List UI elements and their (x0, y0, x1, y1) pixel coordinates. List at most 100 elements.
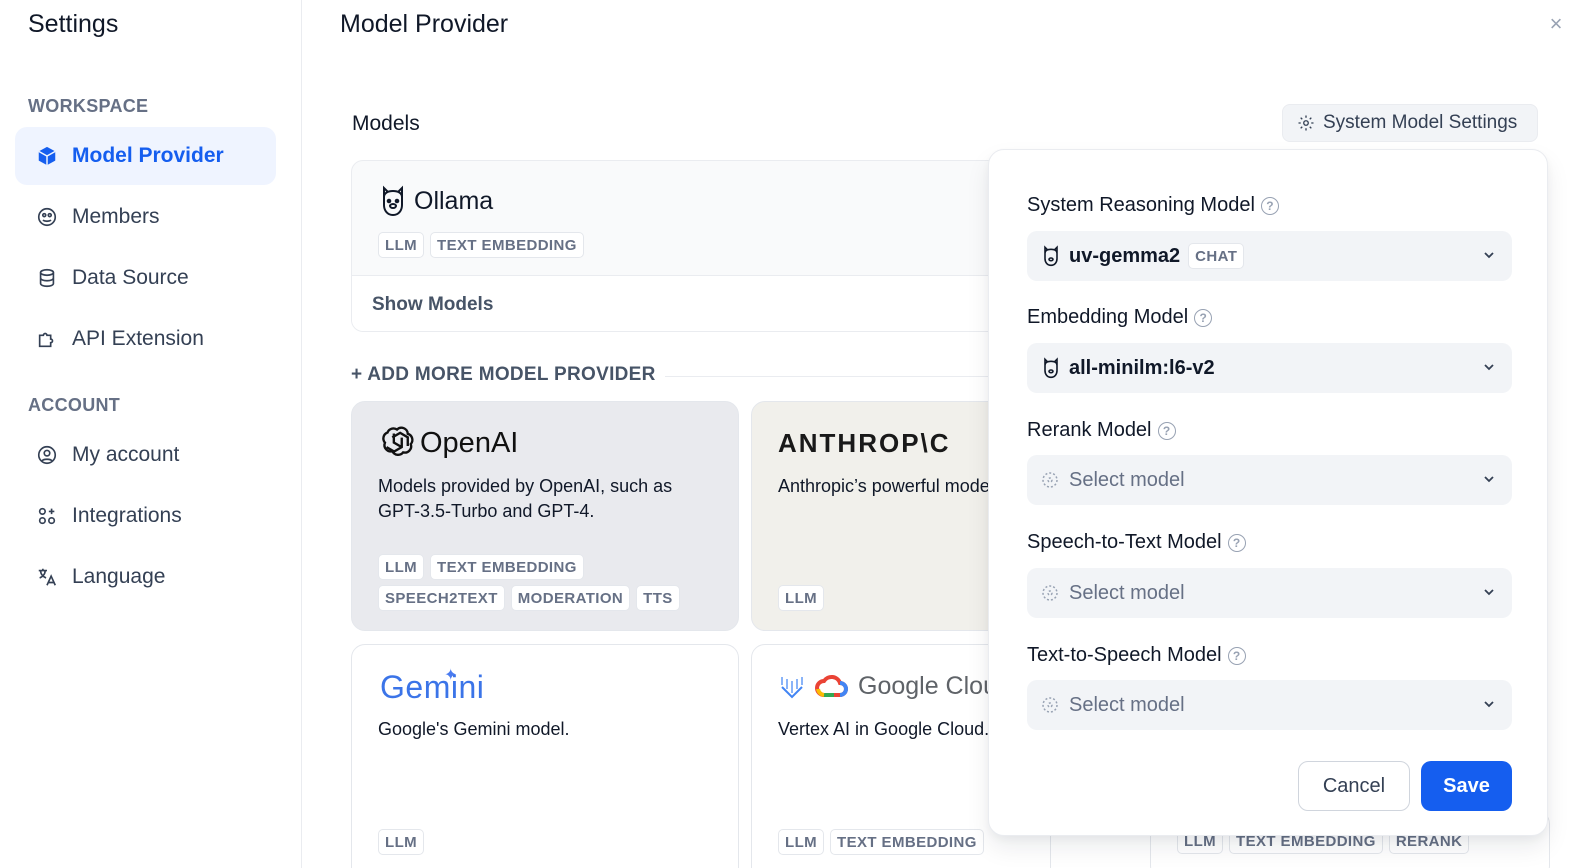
integrations-icon (35, 504, 59, 528)
anthropic-logo: ANTHROP\C (778, 428, 951, 458)
sidebar-item-label: Members (72, 205, 160, 228)
help-icon[interactable]: ? (1157, 421, 1176, 440)
gemini-logo: Gemini (380, 669, 485, 705)
model-type-badge: CHAT (1188, 243, 1245, 269)
google-cloud-tags: LLM TEXT EMBEDDING (778, 829, 984, 855)
sidebar-item-language[interactable]: Language (15, 548, 276, 606)
tag: LLM (378, 829, 425, 855)
sparkle-icon: ✦ (444, 667, 458, 684)
account-section-label: ACCOUNT (28, 395, 121, 415)
sidebar-item-label: Model Provider (72, 144, 224, 167)
database-icon (35, 266, 59, 290)
provider-description: Models provided by OpenAI, such as GPT-3… (378, 476, 673, 521)
field-label-text: Speech-to-Text Model (1027, 531, 1222, 553)
ollama-provider-card: Ollama LLM TEXT EMBEDDING Show Models (351, 160, 1051, 332)
llama-icon (1044, 245, 1058, 267)
tag: SPEECH2TEXT (378, 585, 505, 611)
provider-description: Google's Gemini model. (378, 719, 570, 739)
sidebar-item-label: My account (72, 443, 180, 466)
selected-model-name: uv-gemma2 (1069, 244, 1181, 267)
chevron-down-icon (1484, 701, 1494, 708)
add-more-provider-label: + ADD MORE MODEL PROVIDER (351, 364, 656, 385)
system-model-settings-label: System Model Settings (1323, 112, 1518, 133)
workspace-section-label: WORKSPACE (28, 96, 149, 116)
close-icon[interactable]: × (1544, 12, 1568, 36)
text-to-speech-model-label: Text-to-Speech Model ? (1027, 644, 1246, 667)
tag: LLM (378, 554, 425, 580)
ollama-tags: LLM TEXT EMBEDDING (378, 232, 584, 258)
help-icon[interactable]: ? (1227, 533, 1246, 552)
cube-icon (35, 144, 59, 168)
field-label-text: System Reasoning Model (1027, 194, 1255, 216)
tag: TEXT EMBEDDING (430, 232, 584, 258)
openai-tags-row2: SPEECH2TEXT MODERATION TTS (378, 585, 680, 611)
tag: LLM (778, 829, 825, 855)
help-icon[interactable]: ? (1194, 308, 1213, 327)
sidebar-item-model-provider[interactable]: Model Provider (15, 127, 276, 185)
speech-to-text-model-select[interactable]: Select model (1027, 568, 1512, 618)
sidebar-item-integrations[interactable]: Integrations (15, 487, 276, 545)
selected-model-name: all-minilm:l6-v2 (1069, 356, 1215, 379)
tag: MODERATION (510, 585, 631, 611)
sidebar-item-my-account[interactable]: My account (15, 426, 276, 484)
members-icon (35, 205, 59, 229)
tag: TEXT EMBEDDING (830, 829, 984, 855)
sidebar-item-data-source[interactable]: Data Source (15, 249, 276, 307)
sidebar-item-label: Integrations (72, 504, 182, 527)
vertex-ai-icon (781, 677, 803, 699)
empty-model-icon (1042, 472, 1058, 488)
models-heading: Models (352, 112, 420, 135)
system-model-settings-button[interactable]: System Model Settings (1282, 104, 1538, 142)
tag: LLM (778, 585, 825, 611)
field-label-text: Rerank Model (1027, 419, 1152, 441)
ollama-logo: Ollama (378, 183, 493, 219)
sidebar-item-label: Language (72, 565, 166, 588)
user-circle-icon (35, 443, 59, 467)
gemini-tags: LLM (378, 829, 425, 855)
select-placeholder: Select model (1069, 693, 1185, 716)
sidebar-item-api-extension[interactable]: API Extension (15, 310, 276, 368)
google-cloud-icon (815, 675, 848, 697)
llama-icon (1044, 357, 1058, 379)
chevron-down-icon (1484, 252, 1494, 259)
select-placeholder: Select model (1069, 581, 1185, 604)
select-placeholder: Select model (1069, 468, 1185, 491)
gear-icon (1298, 115, 1314, 131)
empty-model-icon (1042, 585, 1058, 601)
settings-sidebar: Settings WORKSPACE Model Provider Member… (0, 0, 302, 868)
rerank-model-label: Rerank Model ? (1027, 419, 1176, 442)
chevron-down-icon (1484, 589, 1494, 596)
puzzle-icon (35, 327, 59, 351)
speech-to-text-model-label: Speech-to-Text Model ? (1027, 531, 1246, 554)
text-to-speech-model-select[interactable]: Select model (1027, 680, 1512, 730)
openai-tags-row1: LLM TEXT EMBEDDING (378, 554, 584, 580)
divider (665, 376, 995, 377)
rerank-model-select[interactable]: Select model (1027, 455, 1512, 505)
tag: TTS (636, 585, 680, 611)
sidebar-item-members[interactable]: Members (15, 188, 276, 246)
gemini-provider-card[interactable]: Gemini ✦ Google's Gemini model. LLM (351, 644, 739, 868)
embedding-model-select[interactable]: all-minilm:l6-v2 (1027, 343, 1512, 393)
help-icon[interactable]: ? (1227, 646, 1246, 665)
tag: TEXT EMBEDDING (430, 554, 584, 580)
chevron-down-icon (1484, 476, 1494, 483)
google-cloud-logo: Google Cloud (778, 671, 1011, 701)
save-button[interactable]: Save (1421, 761, 1512, 811)
openai-name: OpenAI (420, 426, 519, 459)
openai-icon (382, 426, 414, 457)
field-label-text: Embedding Model (1027, 306, 1189, 328)
field-label-text: Text-to-Speech Model (1027, 644, 1222, 666)
tag: LLM (378, 232, 425, 258)
openai-provider-card[interactable]: OpenAI Models provided by OpenAI, such a… (351, 401, 739, 631)
empty-model-icon (1042, 697, 1058, 713)
sidebar-item-label: Data Source (72, 266, 189, 289)
sidebar-item-label: API Extension (72, 327, 204, 350)
system-model-settings-popover: System Reasoning Model ? uv-gemma2 CHAT … (988, 149, 1548, 836)
show-models-button[interactable]: Show Models (352, 275, 1050, 331)
settings-title: Settings (28, 10, 119, 38)
llama-icon (383, 185, 403, 217)
cancel-button[interactable]: Cancel (1298, 761, 1410, 811)
system-reasoning-model-select[interactable]: uv-gemma2 CHAT (1027, 231, 1512, 281)
ollama-name: Ollama (414, 186, 494, 215)
help-icon[interactable]: ? (1260, 196, 1279, 215)
